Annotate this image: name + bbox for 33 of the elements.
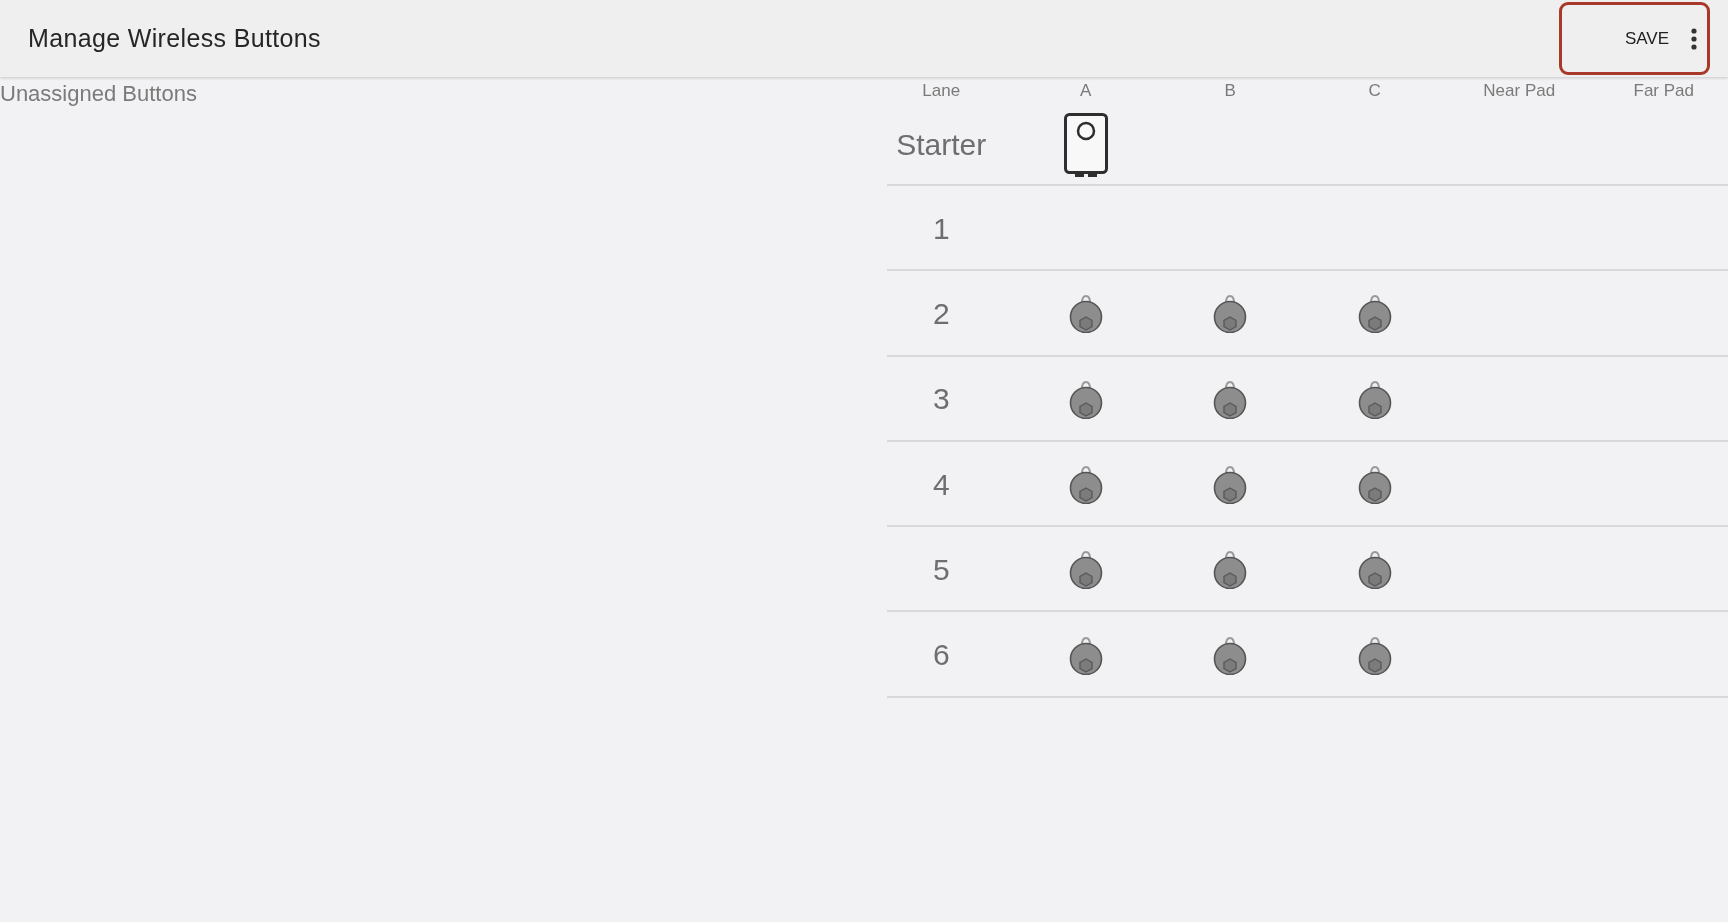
wireless-button-icon[interactable] xyxy=(1213,294,1248,334)
column-header: A xyxy=(1080,80,1092,101)
wireless-button-icon[interactable] xyxy=(1068,379,1103,419)
wireless-button-icon[interactable] xyxy=(1213,465,1248,505)
wireless-button-icon[interactable] xyxy=(1068,294,1103,334)
section-title: Unassigned Buttons xyxy=(0,81,197,107)
column-header: C xyxy=(1368,80,1381,101)
wireless-button-icon[interactable] xyxy=(1357,465,1392,505)
wireless-button-icon[interactable] xyxy=(1357,294,1392,334)
starter-device-icon[interactable] xyxy=(1063,113,1108,177)
wireless-button-icon[interactable] xyxy=(1357,635,1392,675)
column-header: B xyxy=(1224,80,1236,101)
lane-label: Starter xyxy=(896,128,987,162)
lane-label: 6 xyxy=(932,638,950,673)
app-title: Manage Wireless Buttons xyxy=(28,24,321,53)
save-button[interactable]: SAVE xyxy=(1618,18,1675,59)
wireless-button-icon[interactable] xyxy=(1213,379,1248,419)
wireless-button-icon[interactable] xyxy=(1068,465,1103,505)
wireless-button-icon[interactable] xyxy=(1213,550,1248,590)
column-header: Far Pad xyxy=(1633,80,1694,101)
column-header: Near Pad xyxy=(1483,80,1556,101)
more-menu-icon[interactable] xyxy=(1691,27,1697,50)
wireless-button-icon[interactable] xyxy=(1068,550,1103,590)
wireless-button-icon[interactable] xyxy=(1357,550,1392,590)
lane-label: 1 xyxy=(932,211,950,246)
wireless-button-icon[interactable] xyxy=(1357,379,1392,419)
column-header: Lane xyxy=(922,80,961,101)
lane-label: 5 xyxy=(932,552,950,587)
wireless-button-icon[interactable] xyxy=(1068,635,1103,675)
wireless-button-icon[interactable] xyxy=(1213,635,1248,675)
lane-label: 4 xyxy=(932,467,950,502)
lane-label: 2 xyxy=(932,296,950,331)
lane-label: 3 xyxy=(932,382,950,417)
